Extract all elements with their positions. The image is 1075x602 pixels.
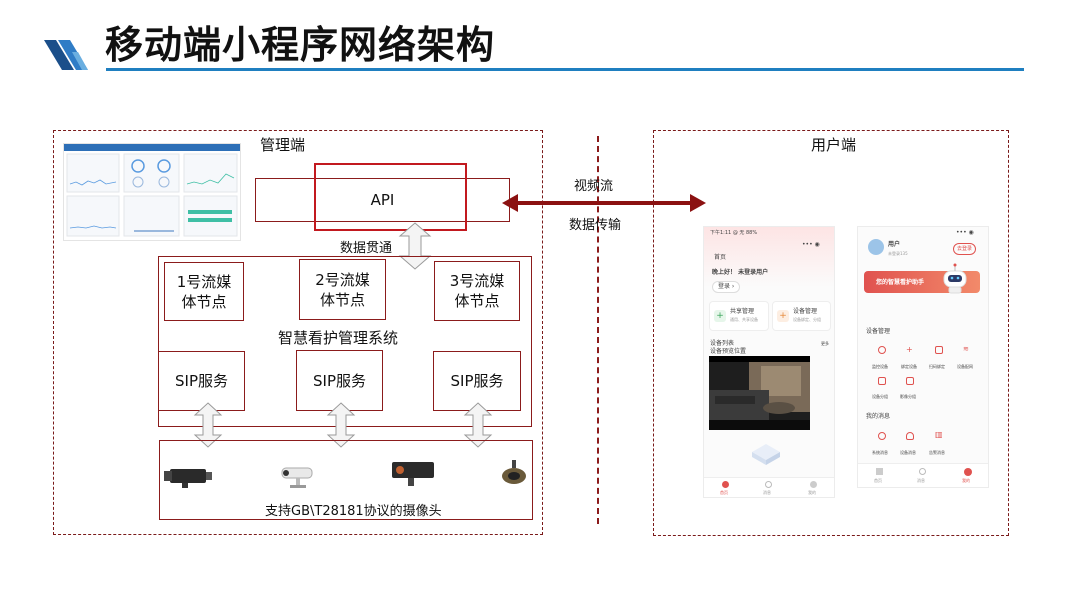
phone-screen-profile: ••• ◉ 用户 未登录135 去登录 您的智慧看护助手 设备管理 监控设备 +… — [857, 226, 989, 488]
phone2-tab-home-icon[interactable] — [876, 468, 883, 475]
phone2-tab-home[interactable]: 首页 — [874, 477, 882, 485]
robot-assistant-icon — [943, 263, 967, 294]
share-management-card[interactable]: + 共享管理 通用、共享设备 — [709, 301, 769, 331]
video-stream-label: 视频流 — [574, 179, 614, 194]
network-config-label[interactable]: 设备配网 — [957, 363, 973, 371]
phone1-tab-home[interactable]: 首页 — [720, 489, 728, 497]
admin-label: 管理端 — [260, 136, 306, 154]
scan-bind-label[interactable]: 扫码绑定 — [929, 363, 945, 371]
sip-service-1-label: SIP服务 — [175, 372, 228, 390]
device-management-card[interactable]: + 设备管理 设备绑定、分组 — [772, 301, 831, 331]
phone1-tab-mine-icon[interactable] — [810, 481, 817, 488]
api-highlight-frame — [314, 163, 467, 231]
dome-camera-icon — [502, 460, 526, 484]
device-group-icon[interactable] — [878, 377, 886, 385]
phone-screen-home: 下午1:11 @ 无 88% 首页 ••• ◉ 晚上好！ 未登录用户 登录 › … — [703, 226, 835, 498]
thermal-camera-icon — [392, 462, 434, 486]
phone1-greeting: 晚上好！ 未登录用户 — [712, 269, 769, 276]
media-node-2-label: 2号流媒 体节点 — [315, 270, 370, 309]
camera-preview-video[interactable] — [709, 356, 810, 430]
device-plus-icon: + — [777, 310, 789, 322]
sip-service-2-label: SIP服务 — [313, 371, 366, 390]
monitor-device-icon[interactable] — [878, 346, 886, 354]
share-plus-icon: + — [714, 310, 726, 322]
phone2-tab-message-icon[interactable] — [919, 468, 926, 475]
phone2-user-name: 用户 — [888, 241, 901, 248]
dashboard-screenshot — [63, 143, 241, 241]
data-transfer-label: 数据传输 — [569, 218, 622, 233]
device-preview-title: 设备预览位置 — [710, 348, 747, 355]
user-label: 用户端 — [811, 136, 857, 154]
device-message-icon[interactable] — [906, 432, 914, 440]
phone1-home-title: 首页 — [714, 254, 727, 261]
phone1-tab-mine[interactable]: 我的 — [808, 489, 816, 497]
alert-message-icon[interactable]: ▥ — [935, 431, 943, 439]
media-node-2: 2号流媒 体节点 — [299, 259, 386, 320]
bind-device-label[interactable]: 绑定设备 — [901, 363, 917, 371]
assistant-banner-text: 您的智慧看护助手 — [876, 279, 925, 286]
device-management-section-title: 设备管理 — [866, 328, 891, 335]
image-group-label[interactable]: 影像分组 — [900, 393, 916, 401]
alert-message-label[interactable]: 告警消息 — [929, 449, 945, 457]
scan-bind-icon[interactable] — [935, 346, 943, 354]
device-group-label[interactable]: 设备分组 — [872, 393, 888, 401]
device-management-label: 设备管理 — [793, 308, 818, 315]
phone1-tab-bar: 首页 消息 我的 — [704, 477, 834, 497]
phone2-avatar — [868, 239, 884, 255]
system-message-label[interactable]: 系统消息 — [872, 449, 888, 457]
share-management-label: 共享管理 — [730, 308, 755, 315]
share-management-sub: 通用、共享设备 — [730, 317, 758, 322]
dashboard-thumbnail-image — [64, 144, 240, 237]
device-message-label[interactable]: 设备消息 — [900, 449, 916, 457]
phone1-login-button[interactable]: 登录 › — [712, 281, 741, 293]
phone2-tab-message[interactable]: 消息 — [917, 477, 925, 485]
monitor-device-label[interactable]: 监控设备 — [872, 363, 888, 371]
my-messages-section-title: 我的消息 — [866, 413, 891, 420]
device-list-more[interactable]: 更多 — [821, 340, 829, 348]
image-group-icon[interactable] — [906, 377, 914, 385]
phone2-menu-icon[interactable]: ••• ◉ — [956, 229, 974, 237]
data-through-label: 数据贯通 — [340, 241, 393, 256]
device-list-title: 设备列表 — [710, 340, 735, 347]
phone1-tab-home-icon[interactable] — [722, 481, 729, 488]
bind-device-plus-icon[interactable]: + — [906, 346, 913, 354]
phone1-login-label: 登录 — [718, 283, 731, 290]
box-camera-icon — [164, 469, 212, 488]
phone2-user-sub: 未登录135 — [888, 251, 908, 256]
page-title: 移动端小程序网络架构 — [105, 23, 496, 67]
device-management-sub: 设备绑定、分组 — [793, 317, 821, 322]
title-chevron-icon — [44, 40, 88, 70]
sip-service-3-label: SIP服务 — [450, 372, 504, 390]
phone2-login-button[interactable]: 去登录 — [953, 243, 977, 255]
media-node-1-label: 1号流媒 体节点 — [176, 272, 232, 311]
phone1-menu-icon[interactable]: ••• ◉ — [802, 241, 820, 249]
system-message-icon[interactable] — [878, 432, 886, 440]
management-system-label: 智慧看护管理系统 — [278, 329, 399, 347]
media-node-3-label: 3号流媒 体节点 — [449, 272, 505, 310]
phone1-tab-message-icon[interactable] — [765, 481, 772, 488]
network-config-wifi-icon[interactable]: ≋ — [963, 345, 969, 353]
phone1-status-bar: 下午1:11 @ 无 88% — [710, 230, 758, 236]
empty-state-illustration-icon — [752, 444, 780, 465]
bullet-camera-icon — [281, 467, 313, 488]
camera-caption: 支持GB\T28181协议的摄像头 — [265, 504, 442, 519]
phone2-tab-mine-icon[interactable] — [964, 468, 972, 476]
media-node-3: 3号流媒 体节点 — [434, 261, 520, 321]
phone2-tab-mine[interactable]: 我的 — [962, 477, 970, 485]
phone2-tab-bar: 首页 消息 我的 — [858, 463, 988, 487]
title-underline — [106, 68, 1024, 71]
phone1-tab-message[interactable]: 消息 — [763, 489, 771, 497]
media-node-1: 1号流媒 体节点 — [164, 262, 244, 321]
